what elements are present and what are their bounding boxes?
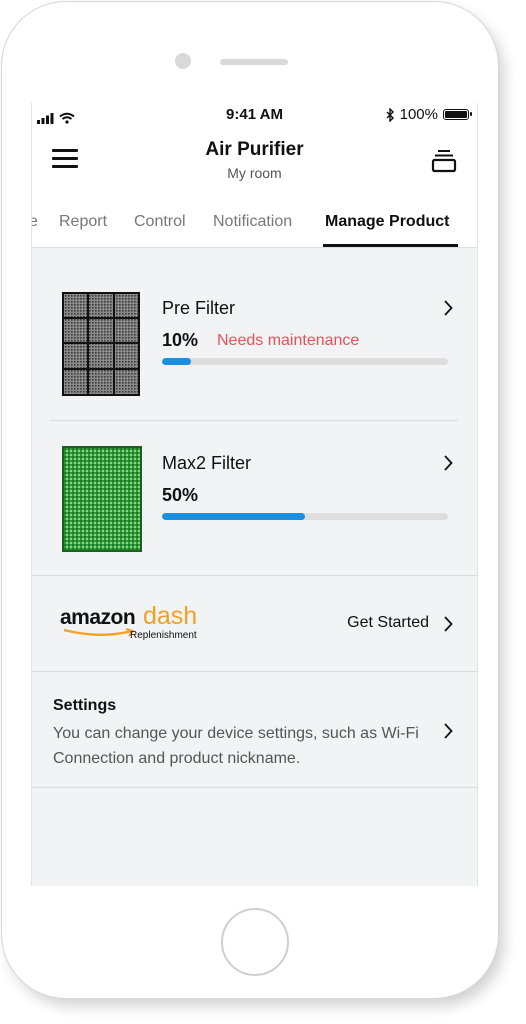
tab-manage-product[interactable]: Manage Product bbox=[325, 213, 449, 231]
bluetooth-icon bbox=[386, 107, 394, 122]
filter-name: Pre Filter bbox=[162, 298, 236, 318]
active-tab-indicator bbox=[323, 244, 458, 247]
tab-partial[interactable]: e bbox=[32, 213, 38, 231]
settings-description: You can change your device settings, suc… bbox=[53, 725, 419, 767]
chevron-right-icon[interactable] bbox=[443, 616, 453, 632]
amazon-dash-logo: amazon dash Replenishment bbox=[60, 602, 200, 646]
filter-progress-fill bbox=[162, 358, 191, 365]
status-right: 100% bbox=[386, 106, 472, 123]
filter-progress-fill bbox=[162, 513, 305, 520]
room-subtitle: My room bbox=[227, 165, 282, 181]
maintenance-warning: Needs maintenance bbox=[217, 332, 360, 349]
pre-filter-grid-icon bbox=[62, 292, 140, 396]
status-bar: 9:41 AM 100% bbox=[32, 103, 477, 129]
app-screen: 9:41 AM 100% Air Purifier My room Report… bbox=[31, 103, 478, 886]
earpiece-speaker bbox=[220, 59, 288, 65]
filter-percent: 10% bbox=[162, 330, 199, 350]
max2-filter-green-icon bbox=[62, 446, 142, 552]
phone-frame: 9:41 AM 100% Air Purifier My room Report… bbox=[2, 2, 498, 998]
divider bbox=[32, 787, 477, 788]
dash-wordmark: dash bbox=[143, 602, 198, 630]
chevron-right-icon[interactable] bbox=[443, 300, 453, 316]
filter-percent: 50% bbox=[162, 485, 199, 505]
tab-notification[interactable]: Notification bbox=[213, 213, 292, 231]
front-camera bbox=[175, 53, 191, 69]
pre-filter-row[interactable]: Pre Filter 10% Needs maintenance bbox=[32, 248, 477, 420]
battery-percent: 100% bbox=[399, 106, 438, 123]
settings-title: Settings bbox=[53, 697, 117, 714]
amazon-wordmark: amazon bbox=[60, 606, 136, 629]
page-title: Air Purifier bbox=[205, 139, 304, 160]
max2-filter-row[interactable]: Max2 Filter 50% bbox=[32, 421, 477, 575]
title-block: Air Purifier My room bbox=[32, 139, 477, 181]
filter-progress-bar bbox=[162, 358, 448, 365]
home-button[interactable] bbox=[221, 908, 289, 976]
chevron-right-icon[interactable] bbox=[443, 723, 453, 739]
tab-report[interactable]: Report bbox=[59, 213, 107, 231]
filter-progress-bar bbox=[162, 513, 448, 520]
tab-bar: e Report Control Notification Manage Pro… bbox=[32, 195, 477, 248]
battery-icon bbox=[443, 109, 472, 120]
tab-control[interactable]: Control bbox=[134, 213, 186, 231]
replenishment-text: Replenishment bbox=[130, 630, 197, 641]
app-header: Air Purifier My room bbox=[32, 129, 477, 196]
filter-name: Max2 Filter bbox=[162, 453, 252, 473]
get-started-link[interactable]: Get Started bbox=[347, 614, 429, 632]
device-list-icon[interactable] bbox=[431, 147, 457, 173]
chevron-right-icon[interactable] bbox=[443, 455, 453, 471]
